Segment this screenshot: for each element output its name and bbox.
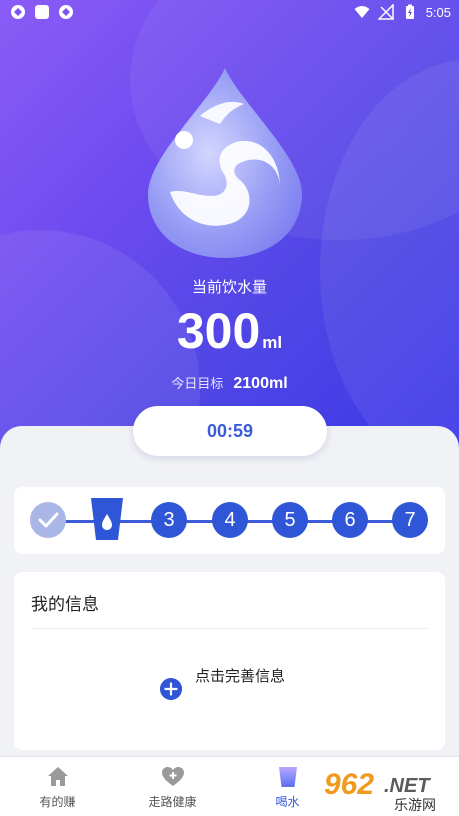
step-5[interactable]: 5 <box>272 502 308 538</box>
water-drop-icon <box>148 68 302 258</box>
current-cup-icon[interactable] <box>90 496 124 542</box>
daily-goal-value: 2100ml <box>233 375 288 392</box>
clock-time: 5:05 <box>425 4 451 20</box>
check-icon <box>38 512 59 528</box>
drink-progress-card: 3 4 5 6 7 <box>14 487 445 554</box>
step-6[interactable]: 6 <box>332 502 368 538</box>
watermark-logo: 962 .NET 乐游网 <box>324 768 436 814</box>
app-notification-icon <box>11 5 25 19</box>
battery-charging-icon <box>405 4 414 19</box>
cup-icon <box>278 767 297 787</box>
add-icon[interactable] <box>160 678 182 700</box>
step-completed[interactable] <box>30 502 66 538</box>
heart-plus-icon <box>161 767 184 786</box>
my-info-title: 我的信息 <box>31 595 99 615</box>
tab-walk-health[interactable]: 走路健康 <box>115 765 230 810</box>
hero-header: 5:05 当前饮水量 300 ml 今日目标 2100ml <box>0 0 459 450</box>
status-bar: 5:05 <box>0 0 459 26</box>
app-notification-icon <box>59 5 73 19</box>
daily-goal: 今日目标 2100ml <box>0 373 459 393</box>
step-3[interactable]: 3 <box>151 502 187 538</box>
complete-info-link[interactable]: 点击完善信息 <box>195 664 291 688</box>
current-intake-value: 300 ml <box>0 302 459 360</box>
current-intake-label: 当前饮水量 <box>191 278 267 296</box>
watermark-main: 962 <box>324 768 374 801</box>
step-7[interactable]: 7 <box>392 502 428 538</box>
my-info-card: 我的信息 点击完善信息 <box>14 572 445 750</box>
no-signal-icon <box>377 4 394 20</box>
watermark-dot: .NET <box>384 775 431 797</box>
tab-label: 有的赚 <box>39 795 76 809</box>
wifi-icon <box>354 6 370 18</box>
home-icon <box>47 767 68 786</box>
countdown-timer[interactable]: 00:59 <box>133 406 327 456</box>
square-notification-icon <box>35 5 49 19</box>
daily-goal-label: 今日目标 <box>171 377 224 392</box>
watermark-sub: 乐游网 <box>394 798 436 814</box>
divider <box>31 628 428 629</box>
tab-label: 走路健康 <box>148 795 197 809</box>
intake-unit: ml <box>262 333 283 352</box>
intake-number: 300 <box>176 303 261 359</box>
step-4[interactable]: 4 <box>212 502 248 538</box>
tab-earn[interactable]: 有的赚 <box>0 765 115 810</box>
